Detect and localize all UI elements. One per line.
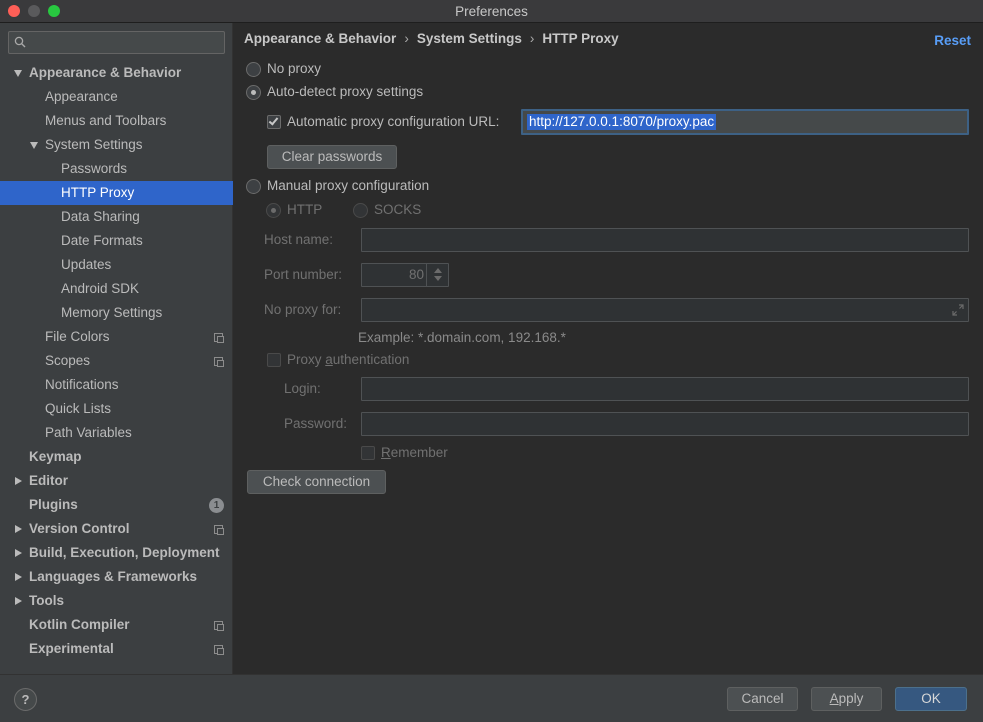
apply-button[interactable]: Apply xyxy=(811,687,882,711)
sidebar-item-version-control[interactable]: Version Control xyxy=(0,517,233,541)
sidebar-item-memory-settings[interactable]: Memory Settings xyxy=(0,301,233,325)
breadcrumb-separator: › xyxy=(404,31,409,46)
chevron-right-icon xyxy=(15,524,22,533)
window-title: Preferences xyxy=(455,4,528,19)
sidebar-item-languages-frameworks[interactable]: Languages & Frameworks xyxy=(0,565,233,589)
host-name-label: Host name: xyxy=(264,232,334,247)
updates-count-badge: 1 xyxy=(209,498,224,513)
sidebar-item-build-execution-deployment[interactable]: Build, Execution, Deployment xyxy=(0,541,233,565)
no-proxy-example-text: Example: *.domain.com, 192.168.* xyxy=(358,330,566,345)
http-label: HTTP xyxy=(287,202,323,217)
remember-checkbox[interactable] xyxy=(361,446,375,460)
port-number-value: 80 xyxy=(408,267,424,282)
sidebar-item-experimental[interactable]: Experimental xyxy=(0,637,233,661)
manual-proxy-radio[interactable] xyxy=(246,179,261,194)
title-bar: Preferences xyxy=(0,0,983,23)
breadcrumb-item: HTTP Proxy xyxy=(542,31,619,46)
auto-detect-label: Auto-detect proxy settings xyxy=(267,84,424,99)
project-settings-icon xyxy=(214,645,224,655)
sidebar-item-notifications[interactable]: Notifications xyxy=(0,373,233,397)
breadcrumb-separator: › xyxy=(529,31,535,46)
chevron-right-icon xyxy=(15,572,22,581)
settings-search-input[interactable] xyxy=(8,31,225,54)
stepper-buttons[interactable] xyxy=(426,264,448,286)
sidebar-item-appearance[interactable]: Appearance xyxy=(0,85,233,109)
remember-label: Remember xyxy=(381,445,448,460)
no-proxy-for-input[interactable] xyxy=(361,298,969,322)
host-name-input[interactable] xyxy=(361,228,969,252)
caret-down-icon xyxy=(434,276,442,281)
http-proxy-panel: Appearance & Behavior › System Settings › HT… xyxy=(234,23,983,674)
breadcrumb-item: Appearance & Behavior xyxy=(244,31,397,46)
dialog-footer: ? Cancel Apply OK xyxy=(0,674,983,722)
breadcrumb-item: System Settings xyxy=(416,31,522,46)
sidebar-item-tools[interactable]: Tools xyxy=(0,589,233,613)
expand-icon[interactable] xyxy=(952,304,964,316)
project-settings-icon xyxy=(214,525,224,535)
socks-label: SOCKS xyxy=(374,202,422,217)
sidebar-item-data-sharing[interactable]: Data Sharing xyxy=(0,205,233,229)
sidebar-item-quick-lists[interactable]: Quick Lists xyxy=(0,397,233,421)
caret-up-icon xyxy=(434,268,442,273)
manual-proxy-label: Manual proxy configuration xyxy=(267,178,430,193)
reset-link[interactable]: Reset xyxy=(934,33,971,48)
auto-url-checkbox[interactable] xyxy=(267,115,281,129)
chevron-right-icon xyxy=(15,548,22,557)
proxy-auth-checkbox[interactable] xyxy=(267,353,281,367)
sidebar-item-android-sdk[interactable]: Android SDK xyxy=(0,277,233,301)
password-input[interactable] xyxy=(361,412,969,436)
chevron-down-icon xyxy=(14,70,22,77)
proxy-auth-label: Proxy authentication xyxy=(287,352,410,367)
sidebar-item-kotlin-compiler[interactable]: Kotlin Compiler xyxy=(0,613,233,637)
sidebar-item-updates[interactable]: Updates xyxy=(0,253,233,277)
password-label: Password: xyxy=(284,416,348,431)
settings-sidebar: Appearance & Behavior Appearance Menus a… xyxy=(0,23,233,674)
help-button[interactable]: ? xyxy=(14,688,37,711)
sidebar-item-passwords[interactable]: Passwords xyxy=(0,157,233,181)
sidebar-item-editor[interactable]: Editor xyxy=(0,469,233,493)
auto-detect-radio[interactable] xyxy=(246,85,261,100)
chevron-down-icon xyxy=(30,142,38,149)
sidebar-item-path-variables[interactable]: Path Variables xyxy=(0,421,233,445)
sidebar-item-date-formats[interactable]: Date Formats xyxy=(0,229,233,253)
sidebar-item-system-settings[interactable]: System Settings xyxy=(0,133,233,157)
sidebar-item-appearance-behavior[interactable]: Appearance & Behavior xyxy=(0,61,233,85)
project-settings-icon xyxy=(214,621,224,631)
clear-passwords-button[interactable]: Clear passwords xyxy=(267,145,397,169)
ok-button[interactable]: OK xyxy=(895,687,967,711)
checkmark-icon xyxy=(268,115,279,126)
sidebar-item-http-proxy[interactable]: HTTP Proxy xyxy=(0,181,233,205)
no-proxy-radio[interactable] xyxy=(246,62,261,77)
socks-radio[interactable] xyxy=(353,203,368,218)
auto-url-value: http://127.0.0.1:8070/proxy.pac xyxy=(527,114,717,130)
login-label: Login: xyxy=(284,381,321,396)
auto-url-input[interactable]: http://127.0.0.1:8070/proxy.pac xyxy=(521,109,969,135)
no-proxy-for-label: No proxy for: xyxy=(264,302,342,317)
sidebar-item-scopes[interactable]: Scopes xyxy=(0,349,233,373)
cancel-button[interactable]: Cancel xyxy=(727,687,798,711)
port-number-stepper[interactable]: 80 xyxy=(361,263,449,287)
chevron-right-icon xyxy=(15,596,22,605)
auto-url-label: Automatic proxy configuration URL: xyxy=(287,114,500,129)
breadcrumb: Appearance & Behavior › System Settings › HT… xyxy=(244,31,619,46)
sidebar-item-keymap[interactable]: Keymap xyxy=(0,445,233,469)
project-settings-icon xyxy=(214,357,224,367)
port-number-label: Port number: xyxy=(264,267,343,282)
chevron-right-icon xyxy=(15,476,22,485)
sidebar-item-plugins[interactable]: Plugins 1 xyxy=(0,493,233,517)
http-radio[interactable] xyxy=(266,203,281,218)
login-input[interactable] xyxy=(361,377,969,401)
check-connection-button[interactable]: Check connection xyxy=(247,470,386,494)
search-icon xyxy=(14,36,26,48)
sidebar-item-file-colors[interactable]: File Colors xyxy=(0,325,233,349)
no-proxy-label: No proxy xyxy=(267,61,322,76)
project-settings-icon xyxy=(214,333,224,343)
sidebar-item-menus-toolbars[interactable]: Menus and Toolbars xyxy=(0,109,233,133)
